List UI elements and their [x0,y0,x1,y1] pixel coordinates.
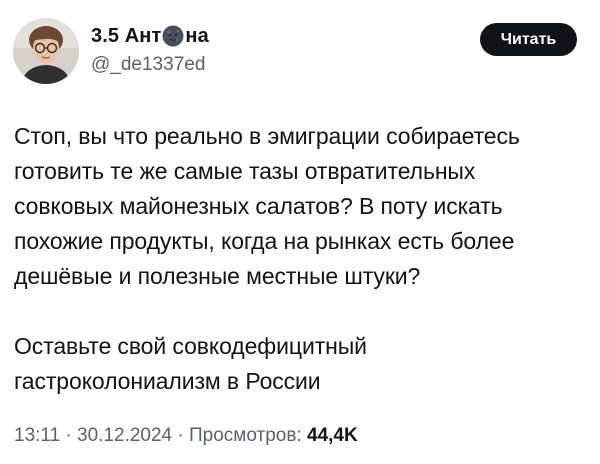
views-label: Просмотров: [189,425,302,446]
author-name-end: на [185,25,209,47]
author-handle[interactable]: @_de1337ed [91,53,205,77]
avatar[interactable] [13,18,79,84]
follow-button[interactable]: Читать [480,23,577,56]
new-moon-face-icon [162,25,184,47]
tweet-date[interactable]: 30.12.2024 [77,425,172,446]
meta-separator: · [172,425,190,446]
views-count: 44,4K [307,425,358,446]
tweet-paragraph-1: Стоп, вы что реально в эмиграции собирае… [14,123,520,289]
author-name-start: 3.5 Ант [91,25,162,47]
meta-separator: · [60,425,78,446]
tweet-paragraph-2: Оставьте свой совкодефицитный гастроколо… [14,333,367,394]
avatar-photo [13,18,79,84]
tweet-meta: 13:11 · 30.12.2024 · Просмотров: 44,4K [14,424,358,448]
tweet-time[interactable]: 13:11 [14,425,60,446]
tweet-card: 3.5 Ант на @_de1337ed Читать Стоп, вы чт… [0,0,600,464]
author-name[interactable]: 3.5 Ант на [91,24,209,48]
tweet-text: Стоп, вы что реально в эмиграции собирае… [14,119,586,399]
